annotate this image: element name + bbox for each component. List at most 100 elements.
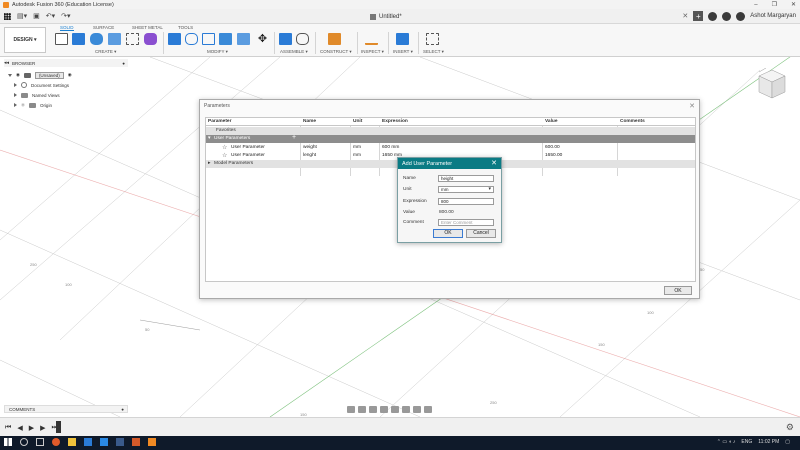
group-modify[interactable]: MODIFY ▾ (207, 49, 228, 55)
zoom-icon[interactable] (380, 405, 388, 413)
expand-icon[interactable] (14, 83, 17, 87)
insert-image-icon[interactable] (396, 33, 409, 45)
eye-icon[interactable]: ◉ (16, 72, 20, 78)
hole-icon[interactable] (108, 33, 121, 45)
comments-pin-icon[interactable]: ● (121, 407, 124, 412)
notifications-icon[interactable] (722, 11, 732, 21)
language-indicator[interactable]: ENG (741, 439, 752, 445)
close-icon[interactable]: ✕ (689, 102, 695, 110)
comment-field[interactable]: Enter Comment (438, 219, 494, 226)
expand-icon[interactable] (14, 103, 17, 107)
joint-icon[interactable] (296, 33, 309, 45)
cancel-button[interactable]: Cancel (466, 229, 496, 238)
notification-center-icon[interactable]: ▢ (785, 439, 790, 445)
browser-root[interactable]: ◉ (Unsaved) ◉ (8, 71, 72, 79)
start-icon[interactable] (4, 438, 12, 446)
close-icon[interactable]: ✕ (491, 159, 497, 167)
mail-icon[interactable] (84, 438, 92, 446)
minimize-button[interactable]: – (754, 2, 757, 8)
star-icon[interactable]: ☆ (222, 152, 227, 159)
browser-item-named-views[interactable]: Named Views (14, 91, 60, 99)
tab-tools[interactable]: TOOLS (178, 25, 193, 30)
shell-icon[interactable] (219, 33, 232, 45)
expand-icon[interactable] (14, 93, 17, 97)
viewports-icon[interactable] (424, 405, 432, 413)
press-pull-icon[interactable] (168, 33, 181, 45)
collapse-icon[interactable]: ▾ (208, 136, 210, 141)
timeline-marker[interactable] (56, 421, 61, 433)
group-assemble[interactable]: ASSEMBLE ▾ (280, 49, 308, 55)
create-sketch-icon[interactable] (55, 33, 68, 45)
timeline-settings-icon[interactable]: ⚙ (786, 422, 794, 433)
parameters-title-bar[interactable]: Parameters (200, 100, 699, 111)
tray-icons[interactable]: ⌃ ▭ ◖ ♪ (717, 439, 736, 445)
column-header[interactable]: Parameter (208, 119, 231, 124)
fit-icon[interactable] (391, 405, 399, 413)
step-back-icon[interactable]: ◀ (17, 424, 22, 432)
offset-plane-icon[interactable] (328, 33, 341, 45)
new-tab-icon[interactable]: + (693, 11, 704, 21)
column-header[interactable]: Expression (382, 119, 408, 124)
redo-icon[interactable]: ↷▾ (61, 12, 70, 20)
chrome-icon[interactable] (52, 438, 60, 446)
name-field[interactable]: height (438, 175, 494, 182)
search-icon[interactable] (20, 438, 28, 446)
add-parameter-title-bar[interactable]: Add User Parameter ✕ (398, 158, 501, 169)
maximize-button[interactable]: ❐ (772, 1, 777, 8)
table-row[interactable]: ☆ User Parameter weight mm 600 mm 600.00 (206, 144, 695, 152)
unit-select[interactable]: mm (438, 186, 494, 193)
grid-settings-icon[interactable] (413, 405, 421, 413)
parameters-ok-button[interactable]: OK (664, 286, 692, 295)
user-name[interactable]: Ashot Margaryan (750, 13, 796, 19)
pan-icon[interactable] (369, 405, 377, 413)
close-tab-icon[interactable]: ✕ (682, 12, 688, 20)
comments-panel[interactable]: COMMENTS ● (4, 405, 128, 413)
vscode-icon[interactable] (100, 438, 108, 446)
app-icon[interactable] (132, 438, 140, 446)
group-construct[interactable]: CONSTRUCT ▾ (320, 49, 352, 55)
extrude-icon[interactable] (72, 33, 85, 45)
favorites-group[interactable]: Favorites (206, 127, 695, 135)
orbit-icon[interactable] (347, 405, 355, 413)
user-parameters-group[interactable]: ▾ User Parameters + (206, 134, 695, 143)
chamfer-icon[interactable] (202, 33, 215, 45)
browser-item-document-settings[interactable]: Document Settings (14, 81, 69, 89)
tab-solid[interactable]: SOLID (60, 25, 74, 31)
workspace-switcher-button[interactable]: DESIGN ▾ (4, 27, 46, 53)
browser-item-origin[interactable]: ◉ Origin (14, 101, 52, 109)
app-grid-icon[interactable] (4, 12, 11, 20)
browser-pin-icon[interactable]: ● (122, 61, 125, 66)
task-view-icon[interactable] (36, 438, 44, 446)
viewcube[interactable] (757, 68, 787, 102)
clock[interactable]: 11:02 PM (758, 439, 779, 445)
play-icon[interactable]: ▶ (29, 424, 34, 432)
go-to-start-icon[interactable]: ⏮ (5, 424, 11, 432)
file-explorer-icon[interactable] (68, 438, 76, 446)
revolve-icon[interactable] (90, 33, 103, 45)
save-icon[interactable]: ▣ (33, 12, 40, 20)
move-icon[interactable]: ✥ (256, 33, 269, 45)
steam-icon[interactable] (116, 438, 124, 446)
group-insert[interactable]: INSERT ▾ (393, 49, 413, 55)
ok-button[interactable]: OK (433, 229, 463, 238)
group-select[interactable]: SELECT ▾ (423, 49, 444, 55)
star-icon[interactable]: ☆ (222, 144, 227, 151)
column-header[interactable]: Comments (620, 119, 645, 124)
help-icon[interactable] (736, 11, 746, 21)
step-forward-icon[interactable]: ▶ (40, 424, 45, 432)
form-icon[interactable] (144, 33, 157, 45)
select-icon[interactable] (426, 33, 439, 45)
look-at-icon[interactable] (358, 405, 366, 413)
column-header[interactable]: Unit (353, 119, 362, 124)
expression-field[interactable]: 800 (438, 198, 494, 205)
document-tab[interactable]: Untitled* (362, 9, 410, 24)
combine-icon[interactable] (237, 33, 250, 45)
eye-off-icon[interactable]: ◉ (21, 102, 25, 108)
undo-icon[interactable]: ↶▾ (46, 12, 55, 20)
new-component-icon[interactable] (279, 33, 292, 45)
group-inspect[interactable]: INSPECT ▾ (361, 49, 384, 55)
pattern-icon[interactable] (126, 33, 139, 45)
file-menu-icon[interactable]: ▤▾ (17, 12, 27, 20)
tab-surface[interactable]: SURFACE (93, 25, 114, 30)
column-header[interactable]: Name (303, 119, 316, 124)
